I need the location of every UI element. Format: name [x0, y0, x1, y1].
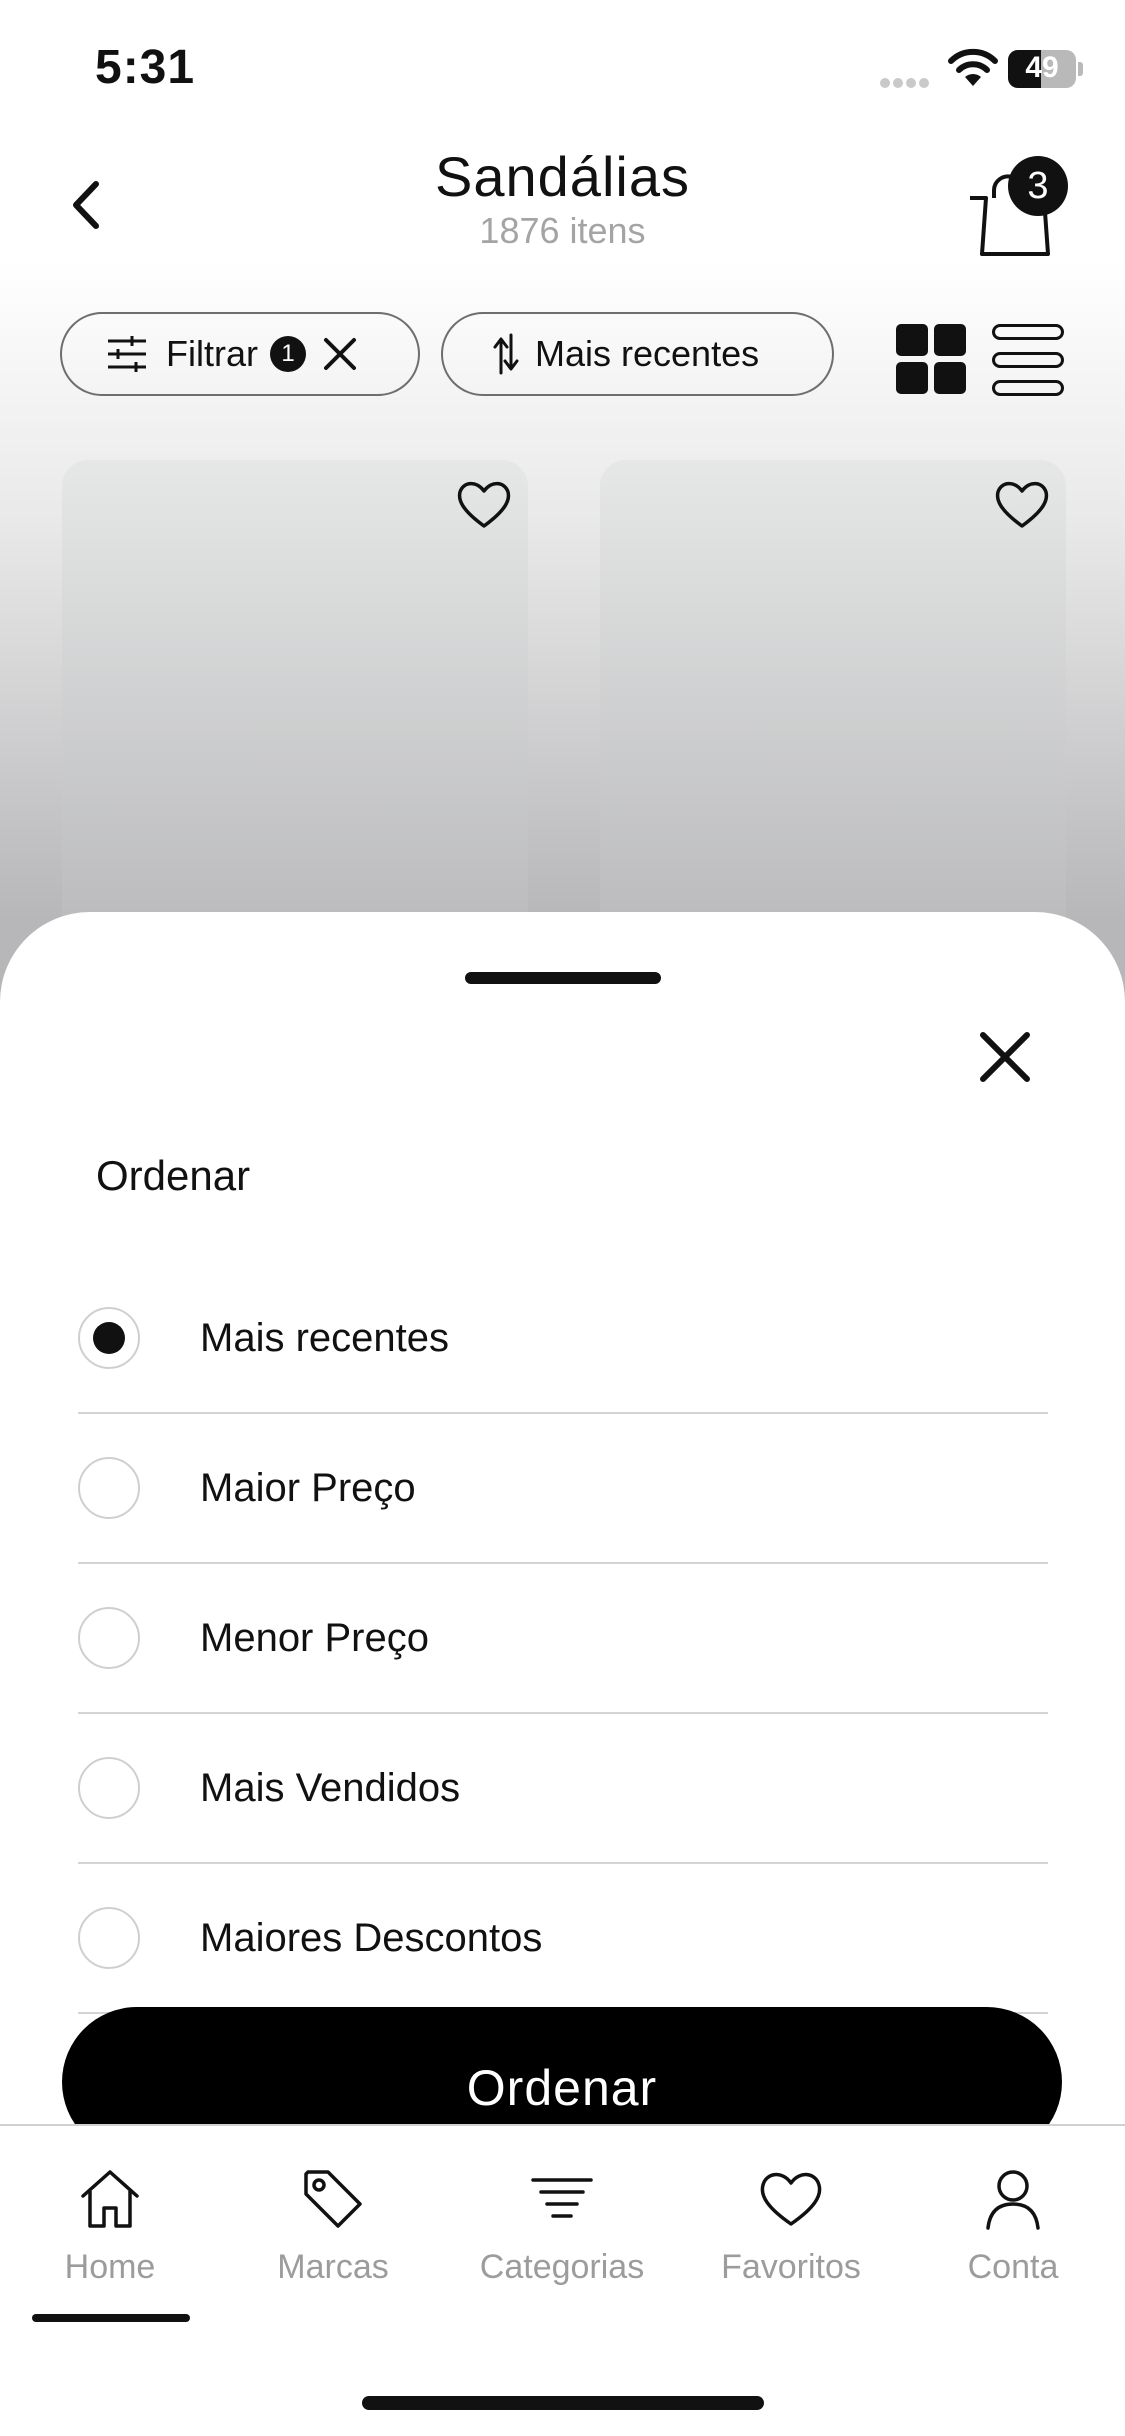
favorite-button[interactable] — [992, 474, 1052, 534]
battery-icon: 49 — [1008, 50, 1084, 88]
radio-button[interactable] — [78, 1757, 140, 1819]
page-title: Sandálias — [435, 145, 690, 208]
clear-filter-button[interactable] — [320, 334, 360, 374]
sort-option[interactable]: Mais recentes — [78, 1264, 1048, 1414]
cellular-signal-icon — [880, 75, 936, 88]
status-time: 5:31 — [95, 41, 196, 94]
radio-button[interactable] — [78, 1607, 140, 1669]
filter-label: Filtrar — [166, 333, 258, 374]
tab-label: Favoritos — [721, 2248, 861, 2286]
tab-categories[interactable]: Categorias — [462, 2164, 662, 2294]
heart-outline-icon — [995, 481, 1049, 528]
radio-button[interactable] — [78, 1457, 140, 1519]
active-tab-indicator — [32, 2314, 190, 2322]
sort-option-label: Maior Preço — [200, 1465, 416, 1510]
heart-outline-icon — [457, 481, 511, 528]
list-view-button[interactable] — [992, 324, 1066, 398]
sheet-drag-handle[interactable] — [465, 972, 661, 984]
bottom-tab-bar: Home Marcas Categorias Favoritos Conta — [0, 2124, 1125, 2436]
user-icon — [986, 2170, 1040, 2230]
product-card[interactable] — [62, 460, 528, 1000]
radio-button[interactable] — [78, 1307, 140, 1369]
tab-label: Marcas — [277, 2248, 389, 2286]
home-icon — [81, 2170, 139, 2228]
sort-option-label: Mais Vendidos — [200, 1765, 461, 1810]
filter-button[interactable]: Filtrar 1 — [60, 312, 420, 396]
tab-account[interactable]: Conta — [913, 2164, 1113, 2294]
favorite-button[interactable] — [454, 474, 514, 534]
sort-option[interactable]: Menor Preço — [78, 1564, 1048, 1714]
tab-label: Categorias — [479, 2248, 645, 2286]
sliders-icon — [108, 336, 146, 372]
sort-option[interactable]: Maior Preço — [78, 1414, 1048, 1564]
tab-label: Home — [64, 2248, 156, 2286]
sort-option-label: Menor Preço — [200, 1615, 429, 1660]
sheet-title: Ordenar — [96, 1152, 251, 1199]
cart-count-badge: 3 — [1008, 156, 1068, 216]
tab-label: Conta — [967, 2248, 1059, 2286]
status-bar: 5:31 49 — [0, 0, 1125, 130]
radio-button[interactable] — [78, 1907, 140, 1969]
home-indicator[interactable] — [362, 2396, 764, 2410]
sort-arrows-icon — [493, 333, 519, 375]
sort-label: Mais recentes — [535, 333, 760, 374]
tag-icon — [304, 2170, 362, 2228]
wifi-icon — [948, 48, 998, 86]
tab-home[interactable]: Home — [10, 2164, 210, 2294]
close-icon — [980, 1032, 1030, 1082]
sort-options-list: Mais recentes Maior Preço Menor Preço Ma… — [78, 1264, 1048, 2014]
tab-brands[interactable]: Marcas — [233, 2164, 433, 2294]
list-toolbar: Filtrar 1 Mais recentes — [0, 310, 1125, 400]
cart-button[interactable]: 3 — [960, 150, 1080, 270]
sort-option[interactable]: Mais Vendidos — [78, 1714, 1048, 1864]
page-header: Sandálias 1876 itens 3 — [0, 130, 1125, 280]
close-icon — [324, 338, 356, 370]
close-sheet-button[interactable] — [970, 1022, 1040, 1092]
tab-favorites[interactable]: Favoritos — [691, 2164, 891, 2294]
item-count: 1876 itens — [479, 210, 646, 251]
sort-option-label: Mais recentes — [200, 1315, 449, 1360]
list-filter-icon — [531, 2178, 593, 2218]
product-card[interactable] — [600, 460, 1066, 1000]
sort-option[interactable]: Maiores Descontos — [78, 1864, 1048, 2014]
heart-icon — [760, 2172, 822, 2226]
grid-view-button[interactable] — [896, 324, 970, 398]
battery-level: 49 — [1025, 51, 1059, 84]
sort-option-label: Maiores Descontos — [200, 1915, 543, 1960]
filter-count-badge: 1 — [270, 336, 306, 372]
sort-button[interactable]: Mais recentes — [441, 312, 834, 396]
